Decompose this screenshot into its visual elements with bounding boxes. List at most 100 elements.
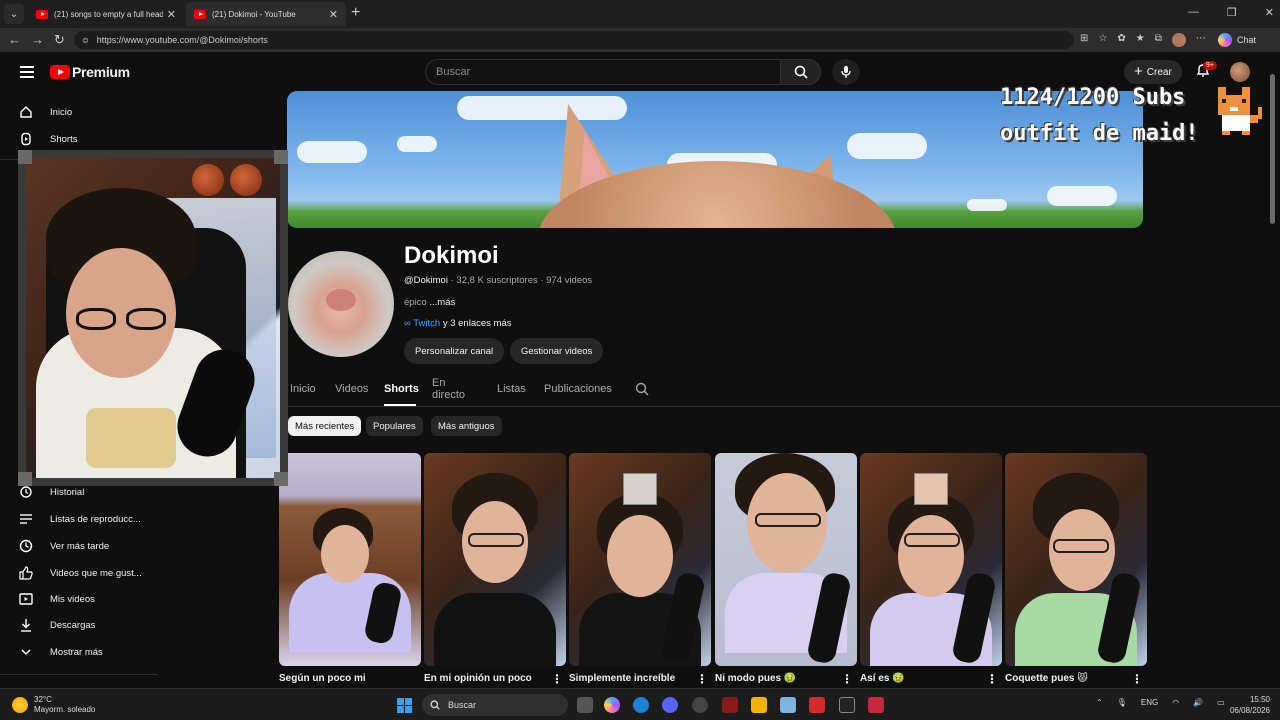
windows-taskbar: 32°C Mayorm. soleado Buscar ⌃ 🎙 ENG ◠ 🔊 …	[0, 688, 1280, 720]
show-hidden-icons-icon[interactable]: ⌃	[1096, 698, 1103, 707]
app-icon[interactable]	[780, 697, 796, 713]
short-title[interactable]: Ni modo pues 🤢	[715, 673, 796, 684]
forward-icon[interactable]: →	[31, 32, 44, 47]
app-icon[interactable]	[809, 697, 825, 713]
sidebar-item-label: Ver más tarde	[50, 540, 110, 552]
close-window-icon[interactable]: ✕	[1265, 6, 1274, 19]
short-menu-icon[interactable]: ⋮	[696, 672, 708, 686]
refresh-icon[interactable]: ↻	[54, 32, 65, 48]
twitch-link[interactable]: Twitch	[413, 318, 440, 329]
sidebar-item-mostrar-mas[interactable]: Mostrar más	[18, 641, 158, 663]
chip-mas-recientes[interactable]: Más recientes	[288, 416, 362, 436]
short-thumbnail[interactable]	[569, 453, 711, 666]
scrollbar-thumb[interactable]	[1270, 74, 1275, 224]
short-title[interactable]: Así es 🤢	[860, 673, 905, 684]
sidebar-item-videos-que-me-gustan[interactable]: Videos que me gust...	[18, 562, 158, 584]
tab-listas[interactable]: Listas	[497, 376, 526, 402]
short-title[interactable]: En mi opinión un poco	[424, 673, 532, 684]
hamburger-menu-icon[interactable]	[20, 66, 34, 78]
taskbar-search[interactable]: Buscar	[422, 694, 568, 716]
sidebar-item-listas[interactable]: Listas de reproducc...	[18, 508, 158, 530]
tab-actions-menu-button[interactable]: ⌄	[4, 4, 24, 24]
sidebar-divider	[0, 674, 158, 675]
sidebar-item-ver-mas-tarde[interactable]: Ver más tarde	[18, 535, 158, 557]
sidebar-item-inicio[interactable]: Inicio	[18, 101, 158, 123]
channel-search-button[interactable]	[635, 376, 649, 402]
browser-tab-songs[interactable]: (21) songs to empty a full head_(c ✕	[28, 2, 184, 26]
extension-icon[interactable]: ✿	[1117, 33, 1125, 47]
tab-shorts[interactable]: Shorts	[384, 376, 419, 402]
page-scrollbar[interactable]	[1268, 60, 1278, 684]
weather-widget[interactable]: 32°C Mayorm. soleado	[12, 695, 95, 715]
more-menu-icon[interactable]: ⋯	[1196, 33, 1206, 47]
wifi-icon[interactable]: ◠	[1172, 698, 1179, 707]
voice-search-button[interactable]	[832, 59, 860, 85]
short-thumbnail[interactable]	[860, 453, 1002, 666]
short-thumbnail[interactable]	[279, 453, 421, 666]
manage-videos-button[interactable]: Gestionar videos	[510, 338, 604, 364]
tab-en-directo[interactable]: En directo	[432, 376, 465, 402]
short-thumbnail[interactable]	[424, 453, 566, 666]
minimize-icon[interactable]: —	[1188, 6, 1199, 19]
discord-app-icon[interactable]	[662, 697, 678, 713]
short-title[interactable]: Simplemente increíble	[569, 673, 675, 684]
site-info-icon[interactable]: ⊜	[82, 36, 89, 45]
short-title[interactable]: Coquette pues 😾	[1005, 673, 1088, 684]
sidebar-item-mis-videos[interactable]: Mis videos	[18, 588, 158, 610]
browser-tab-dokimoi[interactable]: (21) Dokimoi - YouTube ✕	[186, 2, 346, 26]
back-icon[interactable]: ←	[8, 32, 21, 47]
address-bar[interactable]: ⊜ https://www.youtube.com/@Dokimoi/short…	[74, 31, 1074, 49]
search-input[interactable]	[425, 59, 781, 85]
short-menu-icon[interactable]: ⋮	[986, 672, 998, 686]
short-thumbnail[interactable]	[1005, 453, 1147, 666]
app-icon[interactable]	[868, 697, 884, 713]
capcut-app-icon[interactable]	[839, 697, 855, 713]
chip-mas-antiguos[interactable]: Más antiguos	[431, 416, 502, 436]
copilot-app-icon[interactable]	[604, 697, 620, 713]
chip-populares[interactable]: Populares	[366, 416, 423, 436]
edge-app-icon[interactable]	[633, 697, 649, 713]
maximize-icon[interactable]: ❐	[1227, 6, 1237, 19]
short-menu-icon[interactable]: ⋮	[1131, 672, 1143, 686]
taskbar-clock[interactable]: 15:50 06/08/2026	[1224, 694, 1270, 716]
copilot-chat-button[interactable]: Chat	[1218, 33, 1256, 47]
close-tab-icon[interactable]: ✕	[329, 8, 338, 21]
favorites-icon[interactable]: ★	[1136, 33, 1145, 47]
tab-publicaciones[interactable]: Publicaciones	[544, 376, 612, 402]
channel-description[interactable]: épico ...más	[404, 297, 455, 308]
favorite-star-icon[interactable]: ☆	[1098, 33, 1107, 47]
sidebar-item-label: Historial	[50, 486, 85, 498]
tab-inicio[interactable]: Inicio	[290, 376, 316, 402]
collections-icon[interactable]: ⧉	[1155, 33, 1162, 47]
sidebar-item-label: Videos que me gust...	[50, 567, 142, 579]
file-explorer-icon[interactable]	[751, 697, 767, 713]
obs-app-icon[interactable]	[692, 697, 708, 713]
start-button-icon[interactable]	[397, 698, 412, 713]
tab-videos[interactable]: Videos	[335, 376, 368, 402]
more-links[interactable]: y 3 enlaces más	[443, 318, 512, 329]
close-tab-icon[interactable]: ✕	[167, 8, 176, 21]
short-title[interactable]: Según un poco mi	[279, 673, 366, 684]
language-indicator[interactable]: ENG	[1141, 698, 1158, 707]
system-tray: ⌃ 🎙 ENG ◠ 🔊 ▭	[1096, 698, 1225, 707]
new-tab-button[interactable]: +	[351, 4, 360, 22]
youtube-premium-logo[interactable]: Premium	[50, 64, 130, 80]
app-available-icon[interactable]: ⊞	[1080, 33, 1088, 47]
microphone-tray-icon[interactable]: 🎙	[1117, 698, 1127, 707]
account-avatar[interactable]	[1230, 62, 1250, 82]
app-icon[interactable]	[722, 697, 738, 713]
sun-icon	[12, 697, 28, 713]
short-thumbnail[interactable]	[715, 453, 857, 666]
volume-icon[interactable]: 🔊	[1193, 698, 1203, 707]
browser-profile-avatar[interactable]	[1171, 33, 1186, 47]
task-view-icon[interactable]	[577, 697, 593, 713]
short-menu-icon[interactable]: ⋮	[551, 672, 563, 686]
search-button[interactable]	[781, 59, 821, 85]
sidebar-item-descargas[interactable]: Descargas	[18, 614, 158, 636]
short-menu-icon[interactable]: ⋮	[841, 672, 853, 686]
description-more[interactable]: ...más	[429, 297, 455, 308]
channel-avatar[interactable]	[288, 251, 394, 357]
customize-channel-button[interactable]: Personalizar canal	[404, 338, 505, 364]
sidebar-item-shorts[interactable]: Shorts	[18, 128, 158, 150]
microphone-icon	[841, 66, 851, 78]
